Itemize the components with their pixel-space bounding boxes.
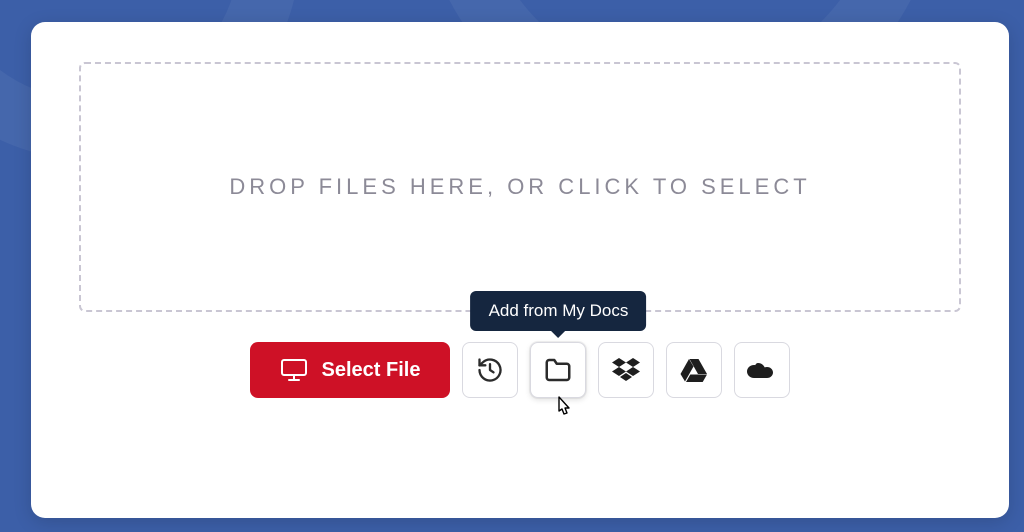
history-button[interactable] xyxy=(462,342,518,398)
google-drive-icon xyxy=(680,358,708,382)
tooltip-my-docs: Add from My Docs xyxy=(471,291,647,331)
dropbox-button[interactable] xyxy=(598,342,654,398)
my-docs-button[interactable]: Add from My Docs xyxy=(530,342,586,398)
select-file-label: Select File xyxy=(322,359,421,382)
file-dropzone[interactable]: DROP FILES HERE, OR CLICK TO SELECT xyxy=(79,62,961,312)
folder-icon xyxy=(543,357,573,383)
dropzone-instruction: DROP FILES HERE, OR CLICK TO SELECT xyxy=(229,174,810,200)
onedrive-button[interactable] xyxy=(734,342,790,398)
computer-icon xyxy=(280,358,308,382)
onedrive-icon xyxy=(746,360,778,380)
select-file-button[interactable]: Select File xyxy=(250,342,451,398)
upload-source-toolbar: Select File Add from My Docs xyxy=(79,342,961,398)
upload-panel: DROP FILES HERE, OR CLICK TO SELECT Sele… xyxy=(31,22,1009,518)
history-icon xyxy=(476,356,504,384)
dropbox-icon xyxy=(611,357,641,383)
google-drive-button[interactable] xyxy=(666,342,722,398)
